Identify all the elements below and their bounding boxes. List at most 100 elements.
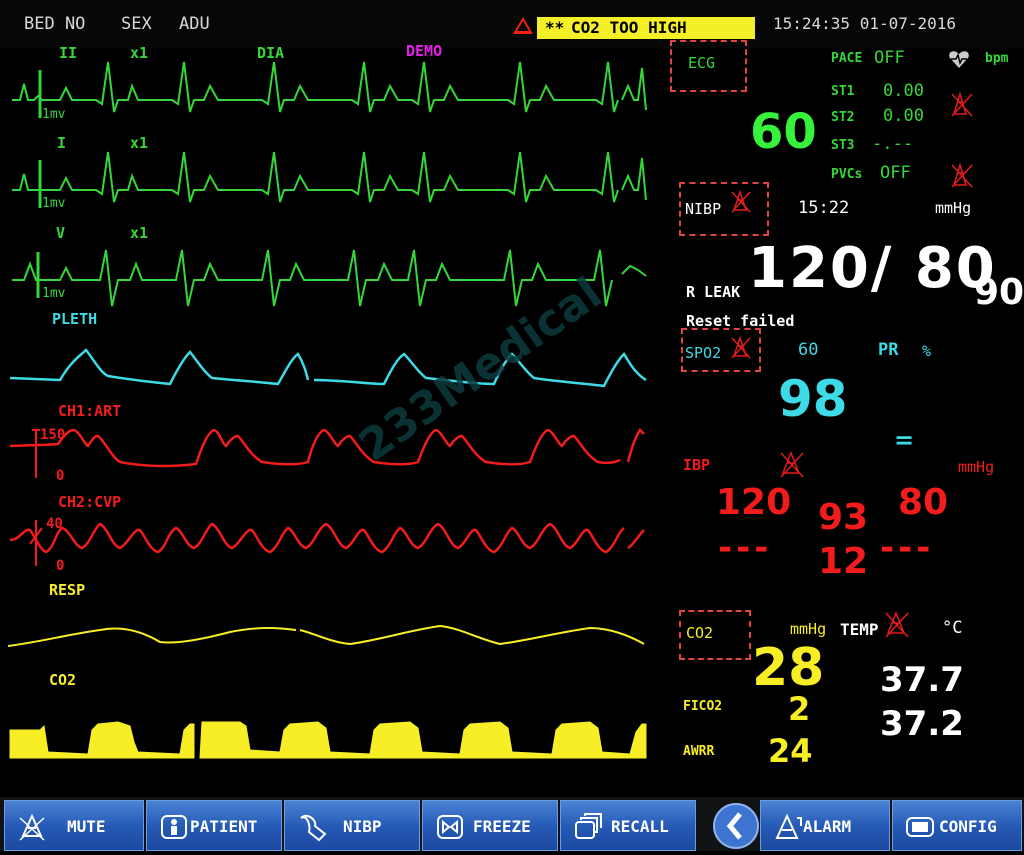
heart-rate-value: 60 — [750, 104, 817, 160]
co2-waveform — [9, 721, 647, 759]
temp-unit: °C — [942, 618, 963, 638]
nibp-button[interactable]: NIBP — [284, 800, 420, 851]
st3-label: ST3 — [831, 138, 855, 153]
pvcs-value: OFF — [880, 163, 911, 183]
pace-label: PACE — [831, 51, 863, 66]
st2-value: 0.00 — [883, 106, 924, 126]
ecg-v-waveform — [12, 249, 613, 307]
heart-icon — [948, 48, 970, 70]
cvp-mean-value: 12 — [818, 541, 869, 582]
pace-value: OFF — [874, 48, 905, 68]
freeze-icon — [437, 815, 463, 839]
spo2-percent-unit: % — [922, 342, 932, 360]
spo2-perfusion-indicator: = — [894, 426, 915, 454]
art-channel-label[interactable]: CH1:ART — [58, 402, 121, 420]
recall-icon — [575, 813, 602, 839]
co2-param-box[interactable]: CO2 — [679, 610, 751, 660]
nibp-mean-value: 90 — [974, 272, 1024, 313]
mute-button-label: MUTE — [67, 817, 106, 836]
ecg-i-waveform — [12, 151, 619, 203]
config-button-label: CONFIG — [939, 817, 997, 836]
nibp-param-label: NIBP — [685, 200, 722, 218]
patient-button[interactable]: PATIENT — [146, 800, 282, 851]
st3-value: -.-- — [872, 134, 913, 154]
temp2-value: 37.2 — [880, 704, 964, 744]
pleth-label[interactable]: PLETH — [52, 310, 97, 328]
cvp-waveform — [9, 522, 645, 554]
ecg-i-lead-label[interactable]: I — [57, 134, 66, 152]
ibp-param-label[interactable]: IBP — [683, 456, 710, 474]
waveform-canvas — [7, 61, 647, 759]
ecg-ii-waveform — [12, 61, 619, 113]
alarm-button[interactable]: ALARM — [760, 800, 890, 851]
nibp-unit: mmHg — [935, 199, 972, 217]
cvp-sys-value: --- — [718, 528, 773, 568]
ecg-ii-lead-label[interactable]: II — [59, 44, 77, 62]
art-waveform — [9, 428, 645, 468]
ecg-ii-scale: 1mv — [42, 107, 66, 122]
co2-unit: mmHg — [790, 620, 827, 638]
nibp-param-box[interactable]: NIBP — [679, 182, 769, 236]
pulse-rate-label: PR — [878, 340, 899, 360]
st1-label: ST1 — [831, 84, 855, 99]
st2-label: ST2 — [831, 110, 855, 125]
ecg-v-gain[interactable]: x1 — [130, 224, 148, 242]
demo-mode-label: DEMO — [406, 42, 443, 60]
patient-button-label: PATIENT — [190, 817, 258, 836]
pleth-waveform — [9, 348, 647, 388]
resp-label[interactable]: RESP — [49, 581, 85, 599]
ecg-param-box[interactable]: ECG — [670, 40, 747, 92]
etco2-value: 28 — [752, 638, 825, 698]
awrr-label: AWRR — [683, 744, 715, 759]
freeze-button-label: FREEZE — [473, 817, 531, 836]
chevron-left-icon — [713, 803, 759, 849]
ecg-v-scale: 1mv — [42, 286, 66, 301]
art-sys-value: 120 — [716, 482, 792, 523]
ecg-param-label: ECG — [688, 54, 716, 72]
bpm-unit: bpm — [985, 51, 1009, 66]
freeze-button[interactable]: FREEZE — [422, 800, 558, 851]
nibp-sys-dia-value: 120/ 80 — [748, 236, 997, 301]
ecg-v-lead-label[interactable]: V — [56, 224, 65, 242]
art-mean-value: 93 — [818, 497, 869, 538]
co2-param-label: CO2 — [686, 624, 714, 642]
pulse-rate-value: 60 — [798, 340, 819, 360]
spo2-value: 98 — [778, 370, 848, 428]
blood-pressure-cuff-icon — [300, 814, 327, 842]
resp-waveform — [7, 624, 645, 647]
recall-button-label: RECALL — [611, 817, 669, 836]
temp-param-label[interactable]: TEMP — [840, 620, 879, 639]
st1-value: 0.00 — [883, 81, 924, 101]
spo2-param-label: SPO2 — [685, 344, 722, 362]
nibp-measure-time: 15:22 — [798, 198, 850, 218]
cvp-dia-value: --- — [880, 528, 935, 568]
fico2-value: 2 — [788, 690, 811, 728]
cvp-scale-top: 40 — [46, 516, 63, 532]
ecg-i-scale: 1mv — [42, 196, 66, 211]
awrr-value: 24 — [768, 732, 813, 770]
config-button[interactable]: CONFIG — [892, 800, 1022, 851]
alarm-button-label: ALARM — [803, 817, 852, 836]
ecg-ii-gain[interactable]: x1 — [130, 44, 148, 62]
menu-back-button[interactable] — [712, 800, 760, 851]
ibp-unit: mmHg — [958, 458, 995, 476]
mute-button[interactable]: MUTE — [4, 800, 144, 851]
mute-bell-icon — [19, 813, 45, 841]
fico2-label: FICO2 — [683, 699, 723, 714]
art-dia-value: 80 — [898, 482, 949, 523]
patient-icon — [161, 815, 187, 839]
art-scale-bottom: 0 — [56, 468, 65, 484]
nibp-button-label: NIBP — [343, 817, 382, 836]
cvp-channel-label[interactable]: CH2:CVP — [58, 493, 121, 511]
temp1-value: 37.7 — [880, 660, 964, 700]
alarm-bell-icon — [775, 813, 802, 839]
monitor-config-icon — [906, 817, 934, 837]
recall-button[interactable]: RECALL — [560, 800, 696, 851]
spo2-param-box[interactable]: SPO2 — [681, 328, 761, 372]
cvp-scale-bottom: 0 — [56, 558, 65, 574]
art-scale-top: 150 — [40, 427, 66, 443]
ecg-filter-mode[interactable]: DIA — [257, 44, 284, 62]
pvcs-label: PVCs — [831, 167, 863, 182]
ecg-i-gain[interactable]: x1 — [130, 134, 148, 152]
co2-wave-label[interactable]: CO2 — [49, 671, 76, 689]
